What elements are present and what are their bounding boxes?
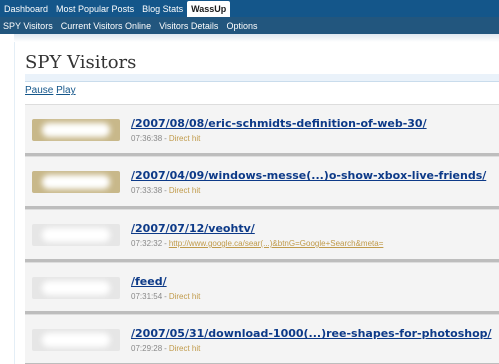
play-link[interactable]: Play bbox=[56, 85, 75, 96]
visitor-list: /2007/08/08/eric-schmidts-definition-of-… bbox=[25, 104, 499, 364]
referrer-direct-hit: Direct hit bbox=[168, 186, 201, 195]
referrer-link[interactable]: http://www.google.ca/sear(...)&btnG=Goog… bbox=[169, 239, 384, 248]
visit-time: 07:32:32 bbox=[131, 239, 163, 248]
nav-dashboard[interactable]: Dashboard bbox=[0, 0, 52, 17]
visitor-avatar bbox=[32, 277, 120, 299]
avatar-blur bbox=[42, 228, 110, 242]
referrer-direct-hit: Direct hit bbox=[168, 134, 201, 143]
nav-most-popular-posts[interactable]: Most Popular Posts bbox=[52, 0, 138, 17]
nav-wassup[interactable]: WassUp bbox=[187, 1, 231, 17]
visitor-url-link[interactable]: /2007/04/09/windows-messe(...)o-show-xbo… bbox=[131, 169, 486, 182]
visitor-avatar bbox=[32, 224, 120, 246]
spy-controls: Pause Play bbox=[25, 85, 76, 96]
visitor-entry: /feed/07:31:54- Direct hit bbox=[25, 262, 499, 314]
visitor-meta: 07:32:32- http://www.google.ca/sear(...)&… bbox=[131, 239, 383, 248]
visitor-meta: 07:33:38- Direct hit bbox=[131, 186, 200, 195]
visitor-meta: 07:29:28- Direct hit bbox=[131, 344, 200, 353]
visitor-entry: /2007/08/08/eric-schmidts-definition-of-… bbox=[25, 104, 499, 156]
admin-top-nav: Dashboard Most Popular Posts Blog Stats … bbox=[0, 0, 499, 17]
visit-time: 07:29:28 bbox=[131, 344, 163, 353]
visitor-avatar bbox=[32, 119, 120, 141]
plugin-sub-nav: SPY Visitors Current Visitors Online Vis… bbox=[0, 17, 499, 34]
page-title: SPY Visitors bbox=[25, 52, 137, 73]
meta-separator: - bbox=[164, 239, 167, 248]
subnav-spy-visitors[interactable]: SPY Visitors bbox=[0, 21, 57, 31]
visitor-meta: 07:36:38- Direct hit bbox=[131, 134, 200, 143]
visitor-url-link[interactable]: /2007/05/31/download-1000(...)ree-shapes… bbox=[131, 327, 492, 340]
meta-separator: - bbox=[164, 344, 167, 353]
visit-time: 07:31:54 bbox=[131, 292, 163, 301]
visitor-url-link[interactable]: /2007/08/08/eric-schmidts-definition-of-… bbox=[131, 117, 427, 130]
subnav-current-visitors-online[interactable]: Current Visitors Online bbox=[57, 21, 155, 31]
referrer-direct-hit: Direct hit bbox=[168, 344, 201, 353]
avatar-blur bbox=[42, 281, 110, 295]
avatar-blur bbox=[42, 175, 110, 189]
avatar-blur bbox=[42, 333, 110, 347]
visitor-entry: /2007/04/09/windows-messe(...)o-show-xbo… bbox=[25, 156, 499, 209]
visitor-meta: 07:31:54- Direct hit bbox=[131, 292, 200, 301]
meta-separator: - bbox=[164, 186, 167, 195]
content-top-shadow bbox=[14, 34, 499, 42]
nav-blog-stats[interactable]: Blog Stats bbox=[138, 0, 187, 17]
visitor-url-link[interactable]: /2007/07/12/veohtv/ bbox=[131, 222, 255, 235]
meta-separator: - bbox=[164, 134, 167, 143]
referrer-direct-hit: Direct hit bbox=[168, 292, 201, 301]
pause-link[interactable]: Pause bbox=[25, 85, 53, 96]
visitor-entry: /2007/07/12/veohtv/07:32:32- http://www.g… bbox=[25, 209, 499, 262]
visitor-avatar bbox=[32, 329, 120, 351]
title-divider bbox=[25, 74, 499, 82]
visitor-avatar bbox=[32, 171, 120, 193]
meta-separator: - bbox=[164, 292, 167, 301]
visitor-url-link[interactable]: /feed/ bbox=[131, 275, 167, 288]
visit-time: 07:36:38 bbox=[131, 134, 163, 143]
subnav-visitors-details[interactable]: Visitors Details bbox=[155, 21, 222, 31]
subnav-options[interactable]: Options bbox=[222, 21, 261, 31]
avatar-blur bbox=[42, 123, 110, 137]
visit-time: 07:33:38 bbox=[131, 186, 163, 195]
visitor-entry: /2007/05/31/download-1000(...)ree-shapes… bbox=[25, 314, 499, 364]
